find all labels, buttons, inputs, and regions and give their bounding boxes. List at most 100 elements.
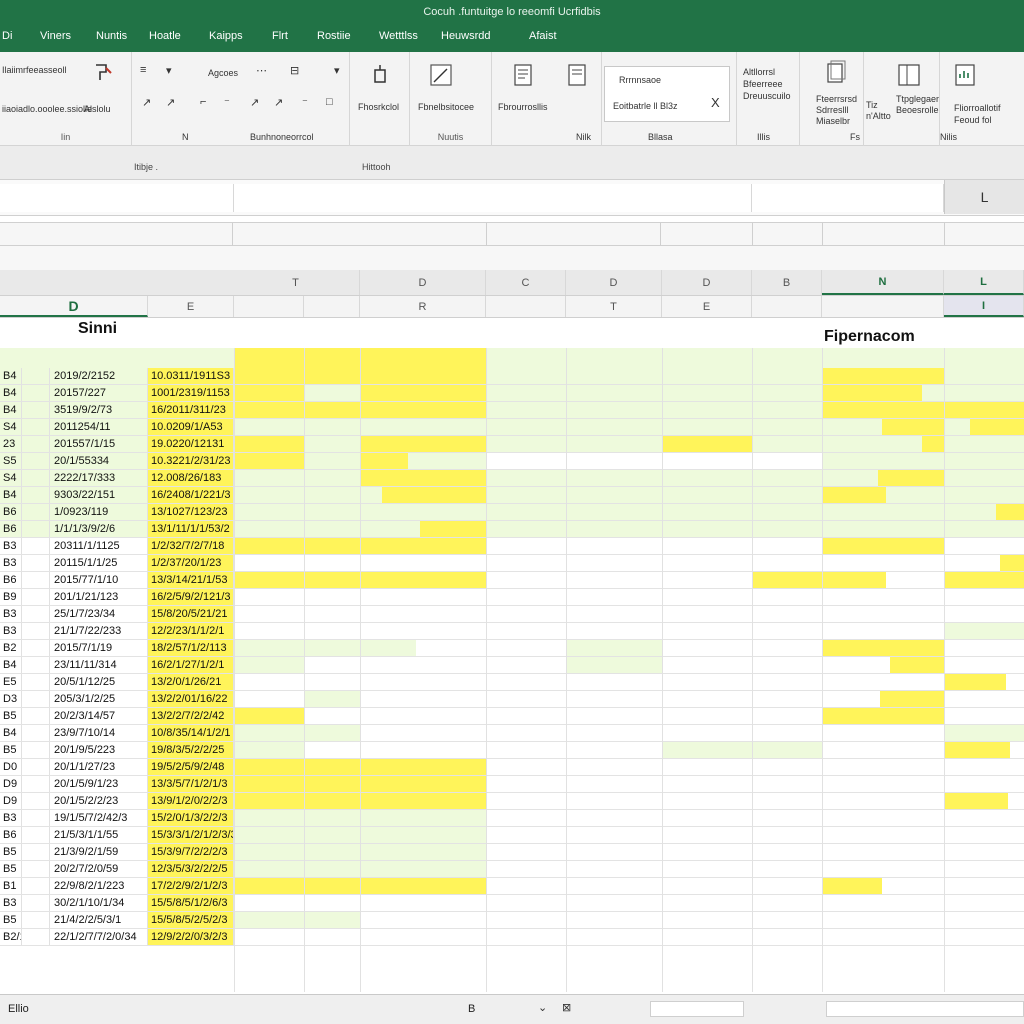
table-row[interactable]: B3 20311/1/1125 1/2/32/7/2/7/18	[0, 538, 1024, 555]
date-cell[interactable]: 25/1/7/23/34	[50, 606, 148, 622]
highlighted-cell[interactable]	[944, 793, 1008, 809]
row-label[interactable]: B4	[0, 725, 22, 741]
row-label[interactable]: B3	[0, 623, 22, 639]
code-cell[interactable]: 15/5/8/5/2/5/2/3	[148, 912, 234, 928]
code-cell[interactable]: 13/2/2/01/16/22	[148, 691, 234, 707]
menu-item-6[interactable]: Flrt	[272, 30, 288, 42]
name-popup[interactable]: Rrrnnsaoe Eoitbatrle ll Bl3z X	[604, 66, 730, 122]
table-row[interactable]: B1 22/9/8/2/1/223 17/2/2/9/2/1/2/3	[0, 878, 1024, 895]
row-spacer-cell[interactable]	[22, 776, 50, 792]
code-cell[interactable]: 19/8/3/5/2/2/25	[148, 742, 234, 758]
table-row[interactable]: D3 205/3/1/2/25 13/2/2/01/16/22	[0, 691, 1024, 708]
row-label[interactable]: B1	[0, 878, 22, 894]
highlighted-cell[interactable]	[486, 368, 822, 384]
row-spacer-cell[interactable]	[22, 623, 50, 639]
highlighted-cell[interactable]	[360, 453, 408, 469]
date-cell[interactable]: 205/3/1/2/25	[50, 691, 148, 707]
row-spacer-cell[interactable]	[22, 504, 50, 520]
row-label[interactable]: B3	[0, 810, 22, 826]
menu-item-2[interactable]: Viners	[40, 30, 71, 42]
highlighted-cell[interactable]	[922, 436, 944, 452]
highlighted-cell[interactable]	[880, 691, 944, 707]
font-sample[interactable]: Agcoes	[208, 68, 238, 78]
code-cell[interactable]: 15/8/20/5/21/21	[148, 606, 234, 622]
group-8-caption[interactable]: Fliorroallotif Feoud fol	[954, 102, 1001, 126]
table-row[interactable]: B4 3519/9/2/73 16/2011/311/23	[0, 402, 1024, 419]
row-spacer-cell[interactable]	[22, 453, 50, 469]
row-label[interactable]: B3	[0, 538, 22, 554]
highlighted-cell[interactable]	[822, 402, 1024, 418]
row-spacer-cell[interactable]	[22, 538, 50, 554]
table-row[interactable]: S4 2011254/11 10.0209/1/A53	[0, 419, 1024, 436]
group-2-caption[interactable]: Fbnelbsitocee	[418, 102, 474, 112]
date-cell[interactable]: 2015/77/1/10	[50, 572, 148, 588]
row-label[interactable]: D9	[0, 776, 22, 792]
row-label[interactable]: E5	[0, 674, 22, 690]
row-spacer-cell[interactable]	[22, 725, 50, 741]
menu-item-1[interactable]: Di	[2, 30, 12, 42]
column-header[interactable]	[752, 296, 822, 317]
date-cell[interactable]: 20/1/9/5/223	[50, 742, 148, 758]
highlighted-cell[interactable]	[822, 385, 922, 401]
table-row[interactable]: D9 20/1/5/9/1/23 13/3/5/7/1/2/1/3	[0, 776, 1024, 793]
date-cell[interactable]: 1/1/1/3/9/2/6	[50, 521, 148, 537]
column-header[interactable]: D	[566, 270, 662, 295]
column-header[interactable]: B	[752, 270, 822, 295]
highlighted-cell[interactable]	[822, 708, 944, 724]
date-cell[interactable]: 201/1/21/123	[50, 589, 148, 605]
row-label[interactable]: B5	[0, 708, 22, 724]
date-cell[interactable]: 2222/17/333	[50, 470, 148, 486]
row-spacer-cell[interactable]	[22, 555, 50, 571]
code-cell[interactable]: 12/2/23/1/1/2/1	[148, 623, 234, 639]
highlighted-cell[interactable]	[360, 470, 486, 486]
highlighted-cell[interactable]	[662, 419, 822, 435]
row-label[interactable]: B2/1/3	[0, 929, 22, 945]
highlighted-cell[interactable]	[970, 419, 1024, 435]
row-label[interactable]: B3	[0, 606, 22, 622]
highlighted-cell[interactable]	[304, 691, 360, 707]
row-spacer-cell[interactable]	[22, 436, 50, 452]
indent-icon[interactable]: ⁻	[224, 96, 230, 109]
italic-icon[interactable]: ↗	[142, 96, 151, 109]
row-spacer-cell[interactable]	[22, 793, 50, 809]
row-spacer-cell[interactable]	[22, 827, 50, 843]
code-cell[interactable]: 19.0220/12131	[148, 436, 234, 452]
slant-icon[interactable]: ↗	[166, 96, 175, 109]
menu-item-7[interactable]: Rostiie	[317, 30, 351, 42]
group-7-caption[interactable]: Ttpglegaer Beoesrolle	[896, 94, 939, 116]
table-row[interactable]: E5 20/5/1/12/25 13/2/0/1/26/21	[0, 674, 1024, 691]
date-cell[interactable]: 20157/227	[50, 385, 148, 401]
row-label[interactable]: B4	[0, 368, 22, 384]
code-cell[interactable]: 1001/2319/1153	[148, 385, 234, 401]
row-spacer-cell[interactable]	[22, 640, 50, 656]
highlighted-cell[interactable]	[382, 487, 486, 503]
sheet-tab-left[interactable]: Ellio	[2, 999, 35, 1019]
close-icon[interactable]: X	[711, 95, 720, 110]
row-label[interactable]: B6	[0, 827, 22, 843]
highlighted-cell[interactable]	[996, 504, 1024, 520]
date-cell[interactable]: 23/9/7/10/14	[50, 725, 148, 741]
column-header[interactable]: C	[486, 270, 566, 295]
table-row[interactable]: B4 9303/22/151 16/2408/1/221/3	[0, 487, 1024, 504]
row-label[interactable]: D0	[0, 759, 22, 775]
row-spacer-cell[interactable]	[22, 470, 50, 486]
chevron-down-icon[interactable]: ▾	[334, 64, 340, 77]
highlighted-cell[interactable]	[234, 436, 304, 452]
table-row[interactable]: B6 1/0923/119 13/1027/123/23	[0, 504, 1024, 521]
row-label[interactable]: B4	[0, 385, 22, 401]
row-label[interactable]: B5	[0, 844, 22, 860]
table-row[interactable]: B3 25/1/7/23/34 15/8/20/5/21/21	[0, 606, 1024, 623]
row-spacer-cell[interactable]	[22, 708, 50, 724]
column-header-active[interactable]: N	[822, 270, 944, 295]
code-cell[interactable]: 13/3/5/7/1/2/1/3	[148, 776, 234, 792]
code-cell[interactable]: 13/3/14/21/1/53	[148, 572, 234, 588]
highlighted-cell[interactable]	[944, 623, 1024, 639]
table-row[interactable]: 23 201557/1/15 19.0220/12131	[0, 436, 1024, 453]
table-row[interactable]: B4 2019/2/2152 10.0311/1911S3	[0, 368, 1024, 385]
highlighted-cell[interactable]	[822, 538, 944, 554]
sheet-icon[interactable]	[952, 62, 978, 88]
table-row[interactable]: B4 20157/227 1001/2319/1153	[0, 385, 1024, 402]
menu-item-8[interactable]: Wetttlss	[379, 30, 418, 42]
highlighted-cell[interactable]	[234, 725, 360, 741]
row-spacer-cell[interactable]	[22, 521, 50, 537]
